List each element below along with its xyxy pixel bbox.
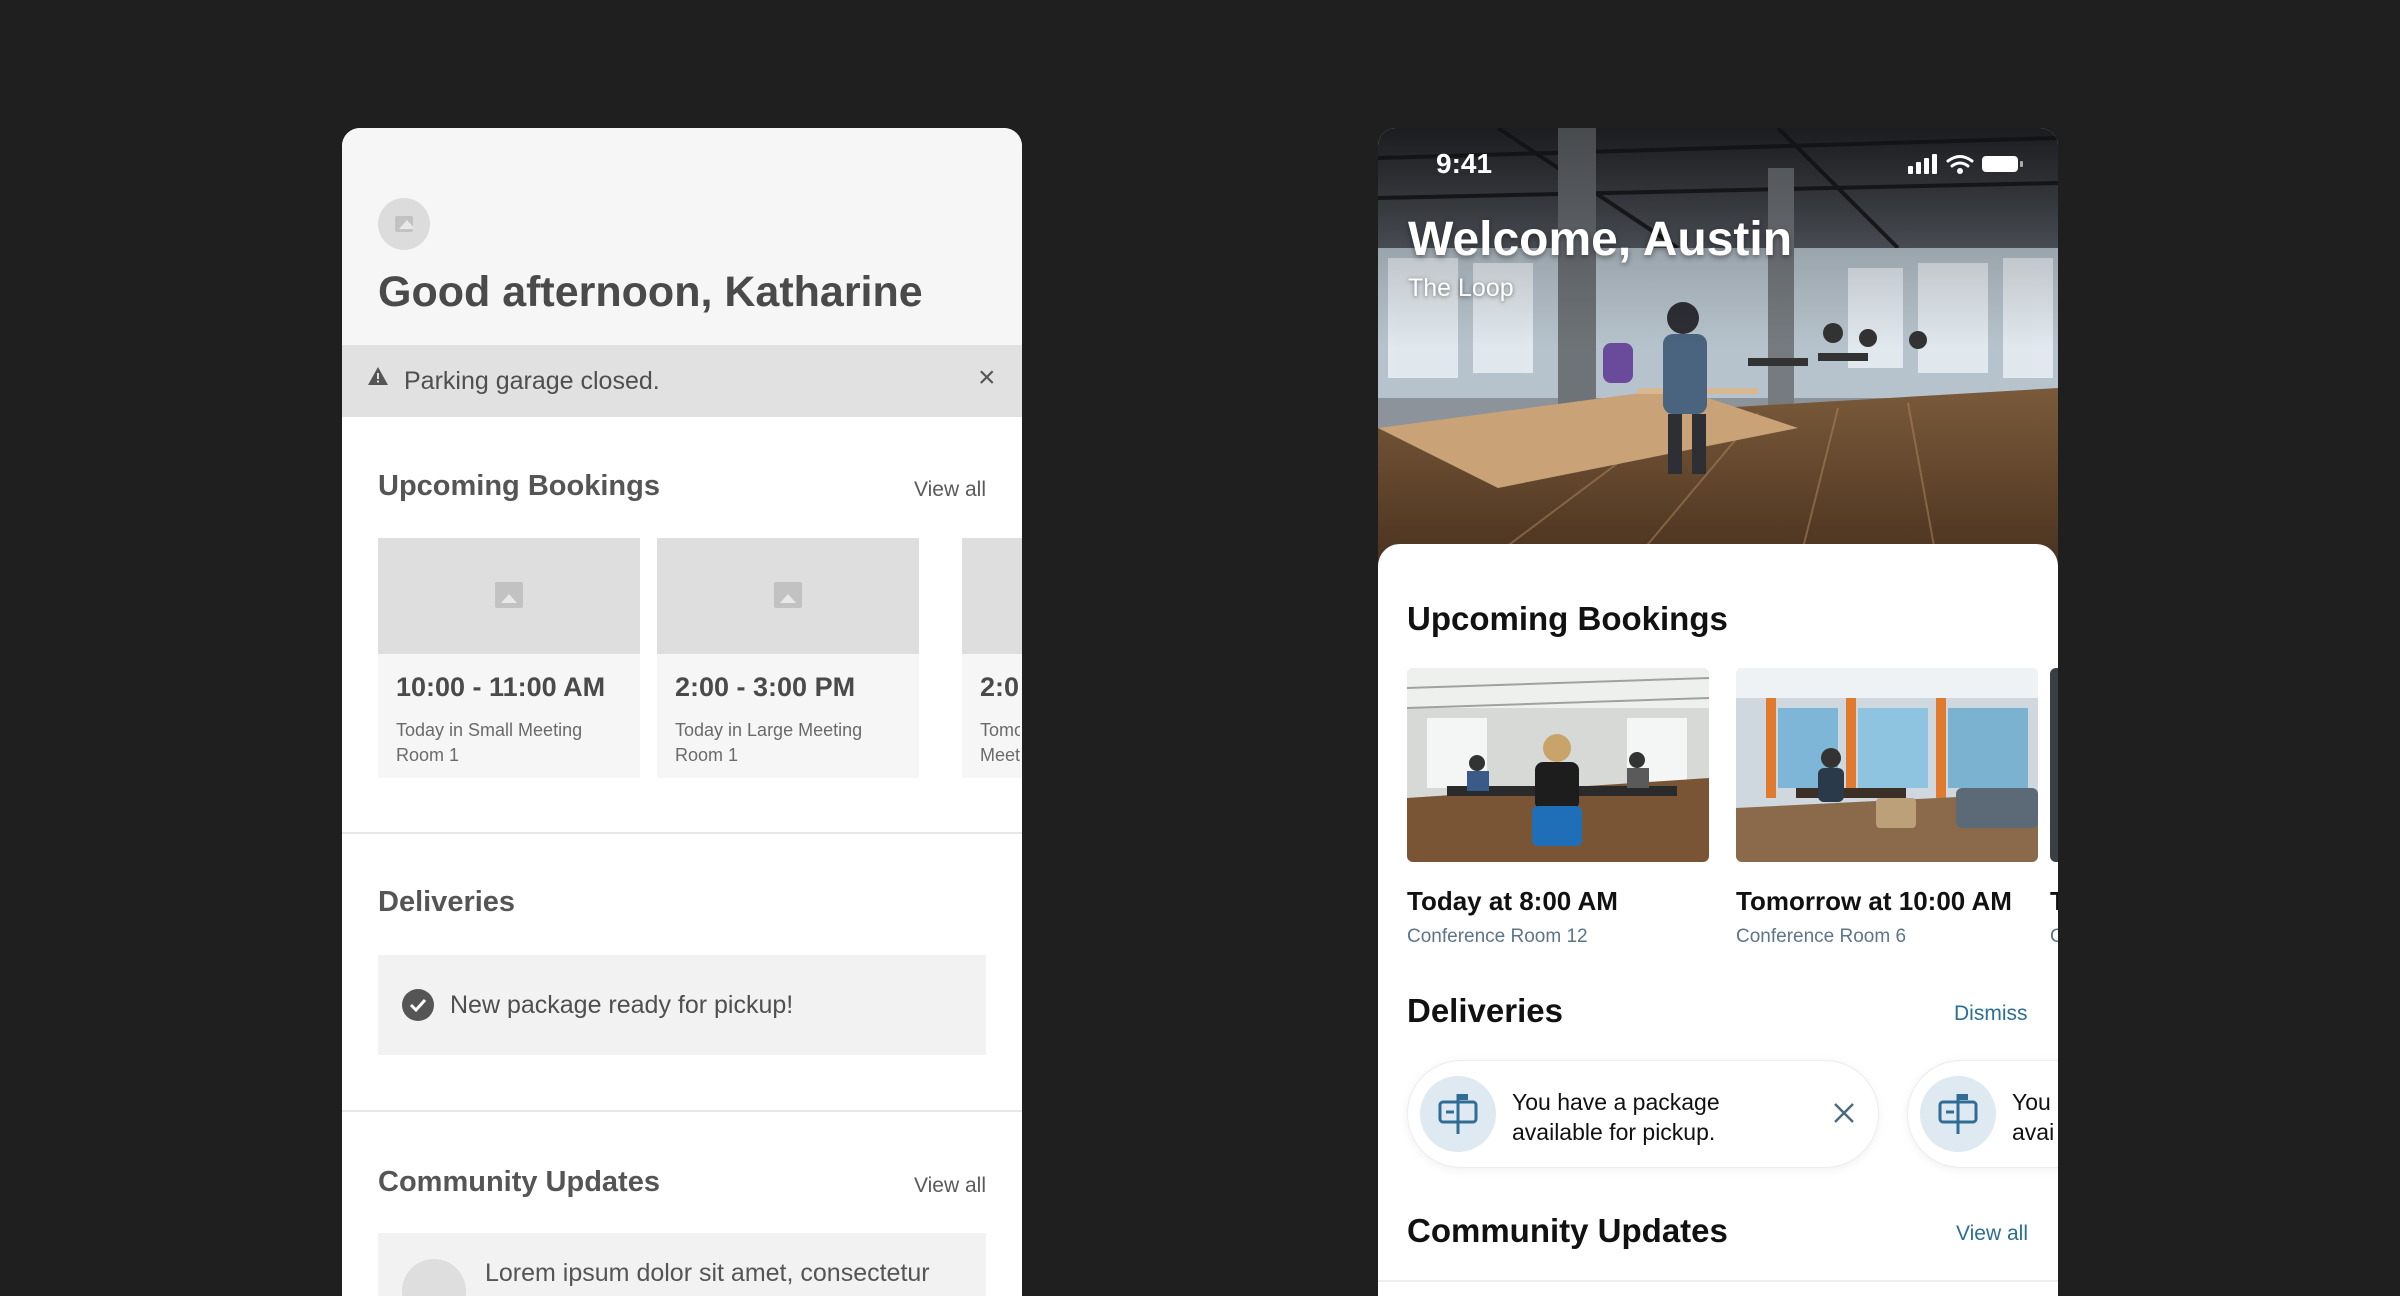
booking-time: T	[2050, 886, 2058, 916]
wifi-icon	[1946, 155, 1974, 168]
community-title: Community Updates	[378, 1166, 660, 1198]
content-sheet	[1378, 544, 2058, 1296]
delivery-card[interactable]: You avai	[1907, 1060, 2058, 1168]
warning-icon	[368, 367, 388, 385]
delivery-message: You have a package available for pickup.	[1512, 1087, 1720, 1147]
greeting-title: Good afternoon, Katharine	[378, 268, 923, 316]
check-circle-icon	[402, 989, 434, 1021]
bookings-view-all-link[interactable]: View all	[914, 478, 986, 502]
divider	[1378, 1280, 2058, 1282]
status-bar-icons	[1908, 154, 2023, 174]
status-time: 9:41	[1436, 148, 1493, 179]
divider	[342, 832, 1022, 834]
booking-subtitle: Conference Room 6	[1736, 926, 1907, 947]
image-placeholder-icon	[395, 216, 413, 232]
avatar[interactable]	[378, 198, 430, 250]
image-placeholder-icon	[774, 582, 802, 608]
community-view-all-link[interactable]: View all	[914, 1174, 986, 1198]
mailbox-icon	[1420, 1076, 1496, 1152]
delivery-message: You avai	[2012, 1087, 2058, 1147]
booking-card-image	[962, 538, 1022, 654]
booking-time: 10:00 - 11:00 AM	[396, 672, 606, 702]
signal-icon	[1908, 154, 1937, 174]
welcome-title: Welcome, Austin	[1408, 213, 1793, 266]
hero-image: 9:41 Welcome, Austin The Loop	[1378, 128, 2058, 568]
avatar	[402, 1259, 466, 1296]
close-icon[interactable]: ×	[978, 361, 996, 395]
delivery-line-1: You	[2012, 1089, 2051, 1115]
deliveries-title: Deliveries	[378, 886, 516, 918]
alert-text: Parking garage closed.	[404, 367, 660, 395]
booking-card-image	[657, 538, 919, 654]
wireframe-screen: Good afternoon, Katharine Parking garage…	[342, 128, 1022, 1296]
booking-time: Today at 8:00 AM	[1407, 886, 1618, 916]
booking-time: 2:0	[980, 672, 1020, 702]
office-photo	[1378, 128, 2058, 568]
mailbox-icon	[1920, 1076, 1996, 1152]
booking-time: Tomorrow at 10:00 AM	[1736, 886, 2012, 916]
bookings-title: Upcoming Bookings	[378, 470, 660, 502]
delivery-notice[interactable]: New package ready for pickup!	[378, 955, 986, 1055]
booking-card-image	[1407, 668, 1709, 862]
community-title: Community Updates	[1407, 1212, 1728, 1249]
close-icon[interactable]	[1832, 1101, 1856, 1125]
delivery-line-2: avai	[2012, 1119, 2055, 1145]
booking-card[interactable]: 2:0 Tomo Meet	[962, 538, 1022, 778]
booking-card[interactable]: 10:00 - 11:00 AM Today in Small Meeting …	[378, 538, 640, 778]
image-placeholder-icon	[495, 582, 523, 608]
booking-subtitle: Today in Small Meeting Room 1	[396, 720, 583, 765]
booking-card-image	[2050, 668, 2058, 862]
divider	[342, 1110, 1022, 1112]
alert-banner: Parking garage closed. ×	[342, 345, 1022, 417]
battery-icon	[1982, 156, 2023, 172]
booking-time: 2:00 - 3:00 PM	[675, 672, 856, 702]
wire-header: Good afternoon, Katharine	[342, 128, 1022, 345]
community-view-all-link[interactable]: View all	[1956, 1222, 2028, 1246]
deliveries-title: Deliveries	[1407, 992, 1563, 1029]
booking-subtitle: Conference Room 12	[1407, 926, 1588, 947]
bookings-title: Upcoming Bookings	[1407, 600, 1728, 637]
booking-subtitle: C	[2050, 926, 2058, 947]
booking-subtitle: Today in Large Meeting Room 1	[675, 720, 863, 765]
booking-card-image	[1736, 668, 2038, 862]
booking-card-image	[378, 538, 640, 654]
delivery-line-1: You have a package	[1512, 1089, 1720, 1115]
location-label[interactable]: The Loop	[1408, 274, 1514, 303]
booking-card[interactable]: 2:00 - 3:00 PM Today in Large Meeting Ro…	[657, 538, 919, 778]
phone-screen: 9:41 Welcome, Austin The Loop Upcoming B…	[1378, 128, 2058, 1296]
booking-subtitle: Tomo Meet	[980, 720, 1020, 765]
community-post[interactable]: Lorem ipsum dolor sit amet, consectetur	[378, 1233, 986, 1296]
delivery-line-2: available for pickup.	[1512, 1119, 1716, 1145]
delivery-card[interactable]: You have a package available for pickup.	[1407, 1060, 1879, 1168]
community-preview: Lorem ipsum dolor sit amet, consectetur	[485, 1259, 930, 1287]
dismiss-link[interactable]: Dismiss	[1954, 1002, 2028, 1026]
delivery-message: New package ready for pickup!	[450, 991, 794, 1019]
